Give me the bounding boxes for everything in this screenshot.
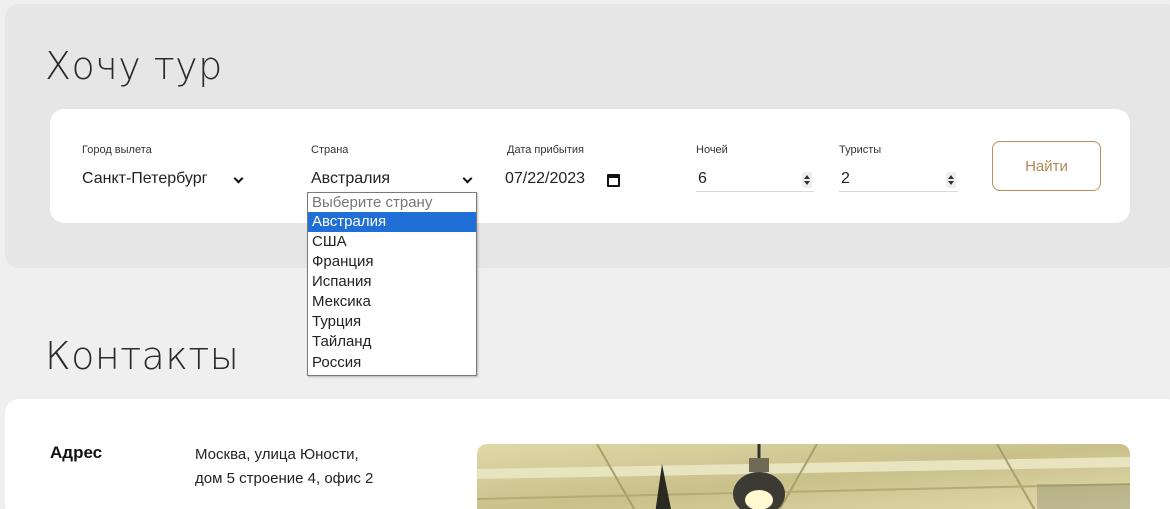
country-option-thailand[interactable]: Тайланд	[308, 332, 476, 352]
tour-title: Хочу тур	[45, 44, 223, 88]
country-select[interactable]: Австралия	[309, 166, 477, 192]
office-photo-image	[477, 444, 1130, 509]
nights-value: 6	[698, 170, 707, 187]
address-line-1: Москва, улица Юности,	[195, 446, 359, 463]
tourists-input[interactable]: 2	[839, 168, 958, 192]
departure-city-value: Санкт-Петербург	[82, 170, 208, 187]
country-option-placeholder[interactable]: Выберите страну	[308, 193, 476, 213]
spinner-icon[interactable]	[946, 172, 956, 188]
chevron-down-icon	[233, 173, 244, 184]
arrival-date-value: 07/22/2023	[505, 170, 586, 187]
country-option-spain[interactable]: Испания	[308, 272, 476, 292]
calendar-icon[interactable]	[607, 174, 620, 187]
tourists-value: 2	[841, 170, 850, 187]
nights-input[interactable]: 6	[696, 168, 814, 192]
arrival-date-label: Дата прибытия	[507, 144, 584, 156]
address-line-2: дом 5 строение 4, офис 2	[195, 470, 374, 487]
country-option-australia[interactable]: Австралия	[308, 212, 476, 232]
country-option-usa[interactable]: США	[308, 232, 476, 252]
country-label: Страна	[311, 144, 349, 156]
address-label: Адрес	[50, 443, 103, 462]
tourists-label: Туристы	[839, 144, 882, 156]
country-option-france[interactable]: Франция	[308, 252, 476, 272]
chevron-down-icon	[462, 173, 473, 184]
departure-city-label: Город вылета	[82, 144, 152, 156]
country-option-russia[interactable]: Россия	[308, 353, 476, 373]
spinner-icon[interactable]	[802, 172, 812, 188]
country-value: Австралия	[311, 170, 391, 187]
country-dropdown-list[interactable]: Выберите страну Австралия США Франция Ис…	[307, 192, 477, 376]
office-photo	[477, 444, 1130, 509]
contacts-title: Контакты	[45, 334, 240, 378]
nights-label: Ночей	[696, 144, 728, 156]
country-option-turkey[interactable]: Турция	[308, 312, 476, 332]
search-button[interactable]: Найти	[992, 141, 1101, 191]
country-option-mexico[interactable]: Мексика	[308, 292, 476, 312]
departure-city-select[interactable]: Санкт-Петербург	[80, 166, 250, 194]
